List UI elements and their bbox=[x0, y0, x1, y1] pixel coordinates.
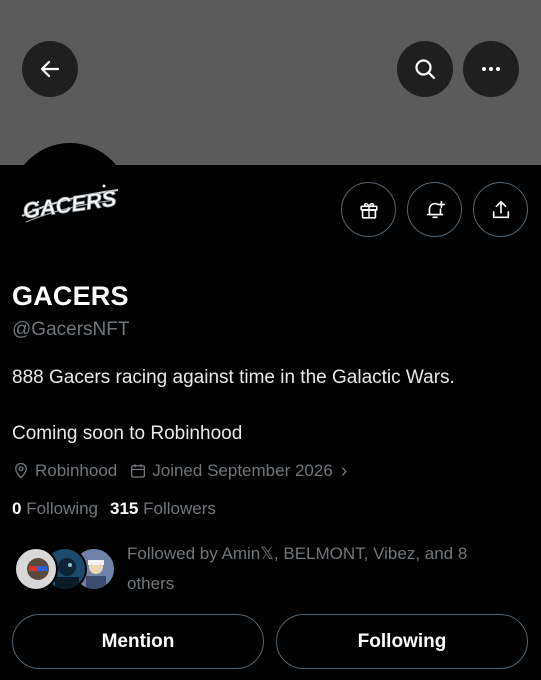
more-horizontal-icon bbox=[482, 67, 500, 71]
back-button[interactable] bbox=[22, 41, 78, 97]
share-button[interactable] bbox=[473, 182, 528, 237]
follow-stats: 0 Following 315 Followers bbox=[12, 499, 216, 519]
gift-icon bbox=[359, 202, 378, 219]
notify-button[interactable] bbox=[407, 182, 462, 237]
gift-button[interactable] bbox=[341, 182, 396, 237]
search-button[interactable] bbox=[397, 41, 453, 97]
location-pin-icon bbox=[15, 462, 27, 479]
bell-plus-icon bbox=[426, 200, 445, 218]
following-stat[interactable]: 0 Following bbox=[12, 499, 98, 518]
joined-item[interactable]: Joined September 2026 › bbox=[129, 460, 347, 483]
chevron-right-icon: › bbox=[340, 459, 348, 482]
more-button[interactable] bbox=[463, 41, 519, 97]
following-label: Following bbox=[26, 499, 99, 518]
following-button[interactable]: Following bbox=[276, 614, 528, 669]
location-item: Robinhood bbox=[12, 461, 117, 481]
share-upload-icon bbox=[492, 200, 509, 218]
followers-count: 315 bbox=[110, 499, 139, 518]
profile-avatar[interactable]: GACERS bbox=[11, 143, 129, 261]
arrow-left-icon bbox=[40, 60, 60, 78]
avatar bbox=[14, 547, 58, 591]
followers-you-know-avatars[interactable] bbox=[14, 547, 118, 593]
profile-banner[interactable] bbox=[0, 0, 541, 165]
location-label: Robinhood bbox=[35, 461, 118, 480]
following-count: 0 bbox=[12, 499, 22, 518]
profile-name: GACERS bbox=[12, 281, 129, 311]
followed-by-text[interactable]: Followed by Amin𝕏, BELMONT, Vibez, and 8… bbox=[127, 539, 517, 599]
logo-text: GACERS bbox=[21, 186, 118, 224]
bio-line-2: Coming soon to Robinhood bbox=[12, 423, 243, 444]
calendar-icon bbox=[131, 464, 146, 478]
search-icon bbox=[415, 59, 436, 80]
bio-line-1: 888 Gacers racing against time in the Ga… bbox=[12, 367, 455, 388]
profile-handle: @GacersNFT bbox=[12, 319, 130, 340]
gacers-logo: GACERS bbox=[21, 184, 119, 224]
followers-stat[interactable]: 315 Followers bbox=[110, 499, 216, 518]
joined-label: Joined September 2026 bbox=[152, 461, 333, 480]
profile-meta: Robinhood Joined September 2026 › bbox=[12, 460, 359, 482]
followers-label: Followers bbox=[143, 499, 216, 518]
mention-button[interactable]: Mention bbox=[12, 614, 264, 669]
